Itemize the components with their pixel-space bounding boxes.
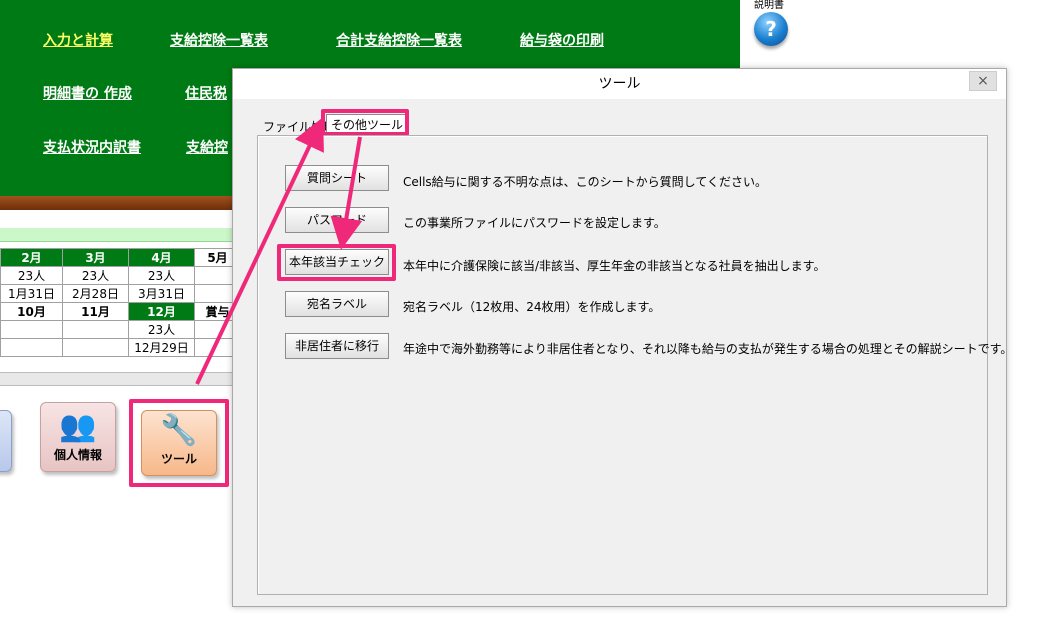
separator-strip: [0, 372, 240, 386]
non-resident-button[interactable]: 非居住者に移行: [285, 333, 389, 359]
nav-resident-tax[interactable]: 住民税: [185, 83, 227, 103]
pay-date: 1月31日: [0, 284, 63, 303]
month-header: 3月: [62, 248, 129, 267]
month-header: 12月: [128, 302, 195, 321]
people-icon: 👥: [59, 409, 97, 444]
manual-label: 説明書: [754, 0, 784, 11]
empty-cell: [0, 338, 63, 357]
month-header: 4月: [128, 248, 195, 267]
nav-payment-status-breakdown[interactable]: 支払状況内訳書: [43, 137, 141, 157]
employee-count: 23人: [128, 320, 195, 339]
tab-page: [257, 135, 988, 595]
pay-date: 12月29日: [128, 338, 195, 357]
partial-icon-button[interactable]: [0, 410, 12, 472]
question-sheet-description: Cells給与に関する不明な点は、このシートから質問してください。: [403, 175, 767, 189]
dialog-title: ツール: [233, 69, 1006, 99]
month-header: 2月: [0, 248, 63, 267]
nav-payment-deduction-list[interactable]: 支給控除一覧表: [170, 30, 268, 50]
month-header: 10月: [0, 302, 63, 321]
annual-check-highlight: [277, 244, 396, 281]
tab-highlight: [321, 109, 409, 136]
employee-count: 23人: [62, 266, 129, 285]
pay-calendar-table: 2月 3月 4月 5月 23人 23人 23人 1月31日 2月28日 3月31…: [0, 248, 241, 357]
nav-input-calc[interactable]: 入力と計算: [43, 30, 113, 50]
password-description: この事業所ファイルにパスワードを設定します。: [403, 216, 666, 230]
nav-create-statement[interactable]: 明細書の 作成: [43, 83, 132, 103]
tools-dialog: ツール × ファイル処理 その他ツール 質問シート Cells給与に関する不明な…: [232, 68, 1012, 607]
question-sheet-button[interactable]: 質問シート: [285, 165, 389, 191]
nav-payment-deduction[interactable]: 支給控: [186, 137, 228, 157]
month-header: 11月: [62, 302, 129, 321]
empty-cell: [0, 320, 63, 339]
password-button[interactable]: パスワード: [285, 207, 389, 233]
tools-highlight: [129, 399, 229, 487]
pay-date: 2月28日: [62, 284, 129, 303]
personal-info-label: 個人情報: [53, 448, 102, 462]
employee-count: 23人: [128, 266, 195, 285]
annual-check-description: 本年中に介護保険に該当/非該当、厚生年金の非該当となる社員を抽出します。: [403, 259, 826, 273]
nav-pay-envelope-print[interactable]: 給与袋の印刷: [520, 30, 604, 50]
personal-info-button[interactable]: 👥 個人情報: [40, 402, 116, 472]
close-icon[interactable]: ×: [969, 71, 997, 91]
non-resident-description: 年途中で海外勤務等により非居住者となり、それ以降も給与の支払が発生する場合の処理…: [403, 342, 1013, 356]
help-icon[interactable]: ?: [754, 12, 788, 46]
address-label-button[interactable]: 宛名ラベル: [285, 291, 389, 317]
empty-cell: [62, 320, 129, 339]
address-label-description: 宛名ラベル（12枚用、24枚用）を作成します。: [403, 300, 661, 314]
manual-help[interactable]: 説明書 ?: [752, 0, 800, 50]
employee-count: 23人: [0, 266, 63, 285]
nav-total-payment-deduction-list[interactable]: 合計支給控除一覧表: [336, 30, 462, 50]
empty-cell: [62, 338, 129, 357]
calendar-header-bar: [0, 228, 240, 242]
pay-date: 3月31日: [128, 284, 195, 303]
